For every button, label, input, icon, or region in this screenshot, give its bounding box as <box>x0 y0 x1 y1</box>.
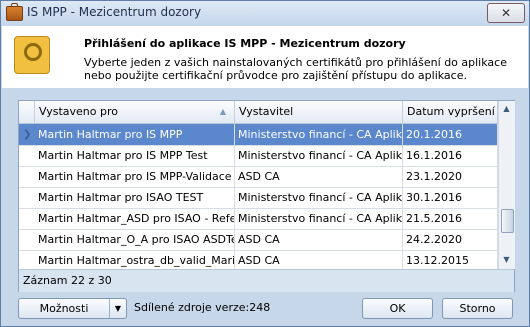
table-row[interactable]: Martin Haltmar_O_A pro ISAO ASDTest ASD C… <box>19 229 498 251</box>
column-issuer[interactable]: Vystavitel <box>235 101 403 123</box>
column-label: Datum vypršení <box>407 105 495 118</box>
version-info: Sdílené zdroje verze:248 <box>134 301 271 314</box>
table-row[interactable]: Martin Haltmar pro ISAO TEST Ministerstvo… <box>19 187 498 209</box>
grid-header: Vystaveno pro ▲ Vystavitel Datum vypršen… <box>19 101 498 124</box>
cell-expiry: 20.1.2016 <box>403 124 498 145</box>
sort-ascending-icon: ▲ <box>219 107 226 116</box>
table-row[interactable]: Martin Haltmar_ASD pro ISAO - Refer... Mi… <box>19 208 498 230</box>
row-indicator-header <box>19 101 35 123</box>
cell-expiry: 23.1.2020 <box>403 166 498 187</box>
cell-issuer: ASD CA <box>235 166 403 187</box>
grid-footer: Záznam 22 z 30 <box>19 269 514 292</box>
current-row-arrow-icon: ❯ <box>23 129 32 140</box>
dialog-window: IS MPP - Mezicentrum dozory ✕ Přihlášení… <box>0 0 530 327</box>
cell-expiry: 16.1.2016 <box>403 145 498 166</box>
window-title: IS MPP - Mezicentrum dozory <box>27 5 202 19</box>
cell-issuer: Ministerstvo financí - CA Aplikace <box>235 124 403 145</box>
cancel-button[interactable]: Storno <box>442 298 513 319</box>
header-description-line: nebo použijte certifikační průvodce pro … <box>84 69 467 82</box>
cell-issuer: ASD CA <box>235 229 403 250</box>
row-indicator <box>23 229 33 250</box>
header-description-line: Vyberte jeden z vašich nainstalovaných c… <box>84 56 507 69</box>
table-row[interactable]: ❯ Martin Haltmar pro IS MPP Ministerstvo f… <box>19 124 498 146</box>
cell-issued-to: Martin Haltmar_ASD pro ISAO - Refer... <box>35 208 235 229</box>
cell-expiry: 24.2.2020 <box>403 229 498 250</box>
chevron-down-icon[interactable]: ▼ <box>111 299 125 318</box>
cell-issuer: Ministerstvo financí - CA Aplikace <box>235 208 403 229</box>
briefcase-icon <box>6 3 23 21</box>
row-indicator <box>23 208 33 229</box>
row-indicator <box>23 250 33 271</box>
cell-issued-to: Martin Haltmar_ostra_db_valid_Marie... <box>35 250 235 271</box>
ok-button[interactable]: OK <box>362 298 433 319</box>
cell-issued-to: Martin Haltmar pro IS MPP-Validace <box>35 166 235 187</box>
column-label: Vystaveno pro <box>39 105 118 118</box>
record-counter: Záznam 22 z 30 <box>23 274 112 287</box>
cell-expiry: 21.5.2016 <box>403 208 498 229</box>
cell-expiry: 13.12.2015 <box>403 250 498 271</box>
options-button-label: Možnosti <box>19 299 110 318</box>
cell-issuer: Ministerstvo financí - CA Aplikace <box>235 187 403 208</box>
cell-issued-to: Martin Haltmar_O_A pro ISAO ASDTest <box>35 229 235 250</box>
cell-issued-to: Martin Haltmar pro ISAO TEST <box>35 187 235 208</box>
row-indicator <box>23 166 33 187</box>
certificate-grid: Vystaveno pro ▲ Vystavitel Datum vypršen… <box>18 100 515 292</box>
cell-expiry: 30.1.2016 <box>403 187 498 208</box>
dialog-header: Přihlášení do aplikace IS MPP - Mezicent… <box>2 26 528 88</box>
cell-issuer: Ministerstvo financí - CA Aplikace <box>235 145 403 166</box>
header-title: Přihlášení do aplikace IS MPP - Mezicent… <box>84 37 406 50</box>
vertical-scrollbar[interactable]: ▲ ▼ <box>498 101 515 269</box>
header-description: Vyberte jeden z vašich nainstalovaných c… <box>84 56 514 82</box>
cell-issued-to: Martin Haltmar pro IS MPP Test <box>35 145 235 166</box>
column-label: Vystavitel <box>239 105 294 118</box>
scroll-down-icon[interactable]: ▼ <box>500 253 513 267</box>
options-button[interactable]: Možnosti ▼ <box>18 298 127 319</box>
row-indicator <box>23 187 33 208</box>
row-indicator <box>23 145 33 166</box>
column-expiry[interactable]: Datum vypršení <box>403 101 498 123</box>
scroll-thumb[interactable] <box>501 209 514 233</box>
title-bar: IS MPP - Mezicentrum dozory ✕ <box>1 1 529 25</box>
table-row[interactable]: Martin Haltmar pro IS MPP Test Ministerst… <box>19 145 498 167</box>
column-issued-to[interactable]: Vystaveno pro ▲ <box>35 101 235 123</box>
scroll-up-icon[interactable]: ▲ <box>500 102 513 116</box>
cell-issued-to: Martin Haltmar pro IS MPP <box>35 124 235 145</box>
cell-issuer: ASD CA <box>235 250 403 271</box>
table-row[interactable]: Martin Haltmar pro IS MPP-Validace ASD CA… <box>19 166 498 188</box>
certificate-keys-icon <box>14 36 50 74</box>
close-button[interactable]: ✕ <box>487 3 525 23</box>
